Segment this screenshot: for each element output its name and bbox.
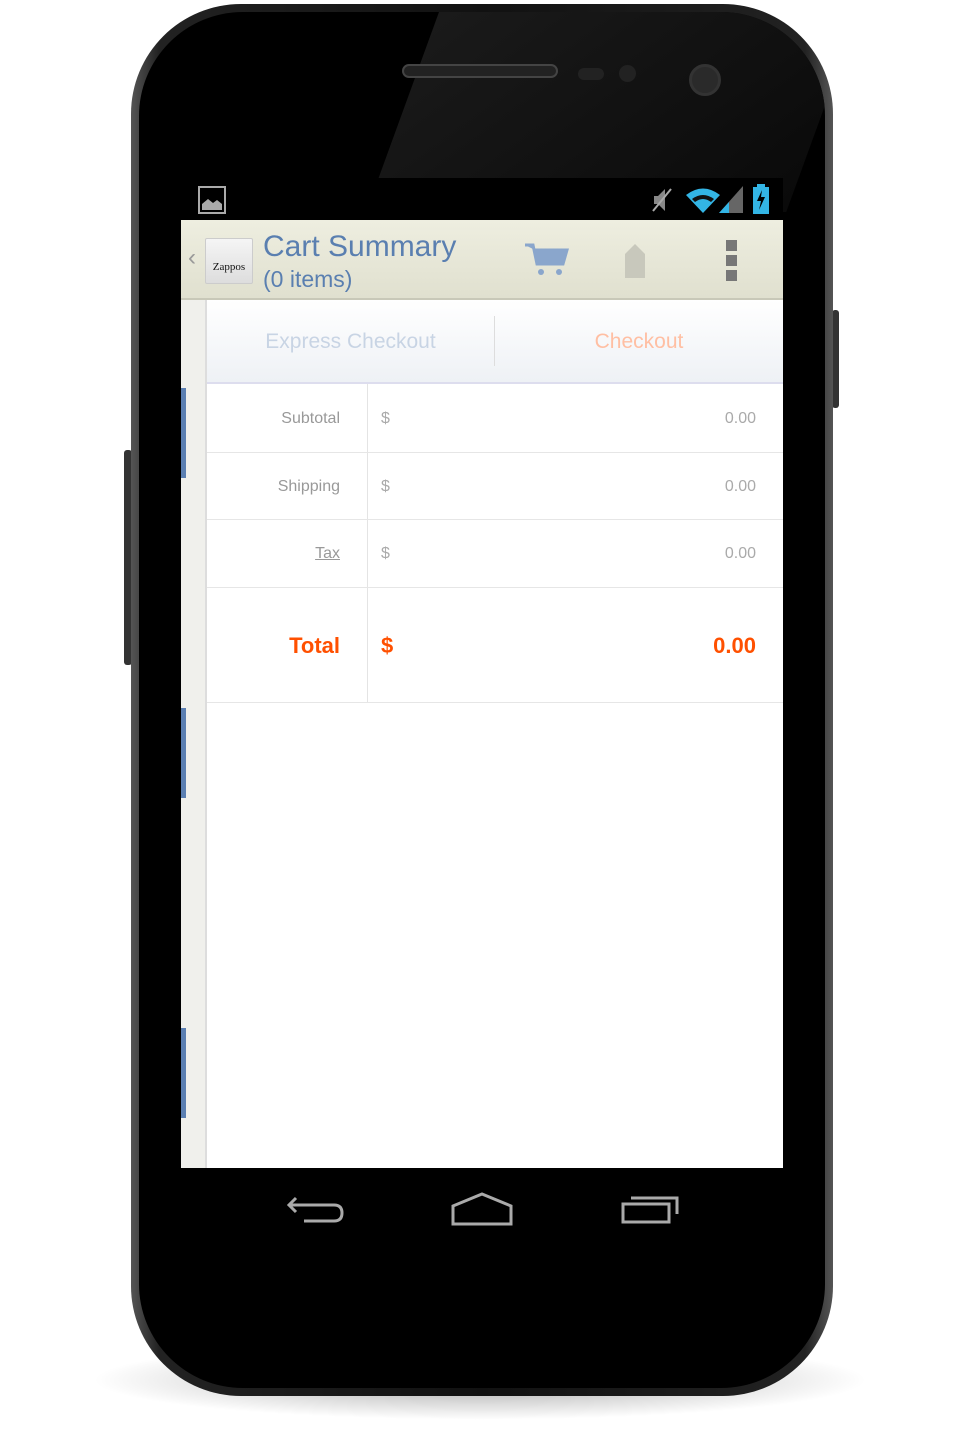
- express-checkout-button[interactable]: Express Checkout: [207, 300, 494, 384]
- drawer-tab[interactable]: [181, 388, 186, 478]
- row-value: 0.00: [724, 410, 756, 427]
- row-label: Shipping: [277, 478, 340, 495]
- sensor: [619, 65, 636, 82]
- app-logo: Zappos: [205, 238, 253, 284]
- row-value: 0.00: [724, 545, 756, 562]
- mute-icon: [652, 188, 672, 212]
- image-icon: [198, 186, 226, 214]
- cart-icon[interactable]: [523, 242, 569, 278]
- power-button: [832, 310, 839, 408]
- signal-icon: [719, 186, 743, 213]
- row-label: Subtotal: [281, 410, 340, 427]
- wifi-icon: [686, 188, 720, 213]
- action-bar: ‹ Zappos Cart Summary (0 items): [181, 220, 783, 300]
- drawer-tab[interactable]: [181, 1028, 186, 1118]
- home-icon[interactable]: [451, 1192, 513, 1226]
- front-camera: [689, 64, 721, 96]
- item-count: (0 items): [263, 266, 353, 292]
- checkout-button[interactable]: Checkout: [495, 300, 783, 384]
- tag-icon[interactable]: [623, 242, 647, 280]
- sensor: [578, 68, 604, 80]
- currency-symbol: $: [381, 478, 390, 495]
- drawer-tab[interactable]: [181, 708, 186, 798]
- checkout-bar: Express Checkout Checkout: [207, 300, 783, 384]
- navigation-bar: [181, 1168, 783, 1248]
- back-button[interactable]: ‹ Zappos: [181, 220, 259, 300]
- battery-charging-icon: [753, 184, 769, 214]
- currency-symbol: $: [381, 633, 394, 658]
- total-value: 0.00: [713, 633, 756, 658]
- total-label: Total: [289, 633, 340, 658]
- page-title: Cart Summary: [263, 230, 457, 263]
- summary-row-total: Total $ 0.00: [207, 588, 783, 703]
- back-icon[interactable]: [286, 1194, 344, 1226]
- currency-symbol: $: [381, 545, 390, 562]
- summary-row-shipping: Shipping $ 0.00: [207, 453, 783, 520]
- row-value: 0.00: [724, 478, 756, 495]
- speaker-grille: [402, 64, 558, 78]
- status-bar: [181, 178, 783, 220]
- summary-row-tax: Tax $ 0.00: [207, 520, 783, 588]
- summary-row-subtotal: Subtotal $ 0.00: [207, 385, 783, 453]
- side-drawer-strip[interactable]: [181, 300, 207, 1168]
- overflow-menu-icon[interactable]: [726, 240, 738, 282]
- recent-apps-icon[interactable]: [621, 1194, 681, 1226]
- screen: ‹ Zappos Cart Summary (0 items) Express …: [181, 178, 783, 1248]
- tax-link[interactable]: Tax: [315, 545, 340, 563]
- currency-symbol: $: [381, 410, 390, 427]
- chevron-left-icon: ‹: [188, 244, 196, 271]
